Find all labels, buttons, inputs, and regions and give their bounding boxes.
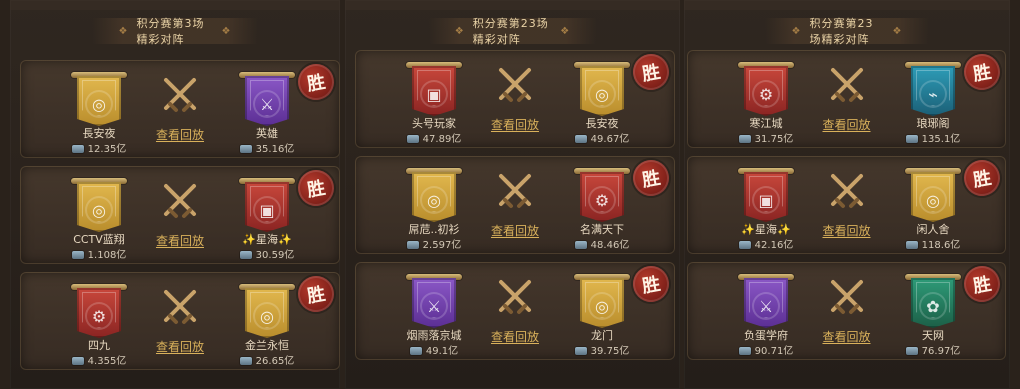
gear-icon: ⚙: [588, 186, 616, 214]
currency-icon: [574, 135, 587, 143]
score-value: 35.16亿: [255, 144, 295, 155]
match-card[interactable]: ◎ 屌苊..初衫 2.597亿 查看回放 ⚙ 名满天下 48.46亿 胜: [355, 156, 675, 254]
currency-icon: [239, 251, 252, 259]
match-card[interactable]: ▣ 头号玩家 47.89亿 查看回放 ◎ 長安夜 49.67亿 胜: [355, 50, 675, 148]
team-banner: ⚙: [570, 164, 634, 224]
currency-icon: [71, 251, 84, 259]
panel-3: 积分赛第23场精彩对阵 ⚙ 寒江城 31.75亿 查看回放: [684, 0, 1010, 389]
team-score: 26.65亿: [212, 356, 322, 368]
flower-icon: ✿: [919, 292, 947, 320]
panel-title: 积分赛第3场精彩对阵: [92, 17, 258, 46]
team-name: 龙门: [591, 329, 613, 342]
match-card[interactable]: ◎ 長安夜 12.35亿 查看回放 ⚔ 英雄 35.16亿 胜: [20, 60, 340, 158]
crossed-swords-icon: [830, 280, 863, 314]
team-banner: ✿: [901, 270, 965, 330]
score-value: 135.1亿: [921, 134, 961, 145]
team-score: 35.16亿: [212, 144, 322, 156]
currency-icon: [738, 135, 751, 143]
crossed-swords-icon: [499, 280, 531, 314]
gear-icon: ⚙: [752, 80, 780, 108]
team-score: 49.67亿: [547, 134, 657, 146]
coin-icon: ◎: [588, 292, 616, 320]
team-score: 76.97亿: [878, 346, 988, 358]
currency-icon: [71, 357, 84, 365]
crossed-swords-icon: [164, 184, 196, 218]
panel-title: 积分赛第23场精彩对阵: [765, 17, 929, 46]
screenshot-scene: 积分赛第3场精彩对阵 ◎ 長安夜 12.35亿 查看回放: [0, 0, 1020, 389]
team-score: 48.46亿: [547, 240, 657, 252]
coin-icon: ◎: [85, 90, 113, 118]
currency-icon: [738, 241, 751, 249]
team-name: 長安夜: [585, 117, 619, 130]
score-value: 49.1亿: [425, 346, 459, 357]
team-score: 39.75亿: [547, 346, 657, 358]
panel-title: 积分赛第23场精彩对阵: [428, 17, 597, 46]
coin-icon: ◎: [588, 80, 616, 108]
match-card[interactable]: ⚙ 寒江城 31.75亿 查看回放 ⌁ 琅琊阁 135.1亿 胜: [687, 50, 1006, 148]
crossed-swords-icon: [164, 290, 196, 324]
sword-icon: ⚔: [253, 90, 281, 118]
coin-icon: ◎: [85, 196, 113, 224]
fan-icon: ⌁: [919, 80, 947, 108]
team-name: 天网: [922, 329, 944, 342]
team-banner: ◎: [235, 280, 299, 340]
currency-icon: [409, 347, 422, 355]
coin-icon: ◎: [253, 302, 281, 330]
crossed-swords-icon: [499, 174, 531, 208]
team-banner: ◎: [570, 270, 634, 330]
score-value: 39.75亿: [590, 346, 630, 357]
team-name: 琅琊阁: [916, 117, 950, 130]
team-score: 135.1亿: [878, 134, 988, 146]
crossed-swords-icon: [164, 78, 196, 112]
team-banner: ◎: [570, 58, 634, 118]
panel-1: 积分赛第3场精彩对阵 ◎ 長安夜 12.35亿 查看回放: [10, 0, 340, 389]
team-banner: ◎: [901, 164, 965, 224]
currency-icon: [905, 135, 918, 143]
currency-icon: [574, 241, 587, 249]
currency-icon: [71, 145, 84, 153]
score-value: 30.59亿: [255, 250, 295, 261]
currency-icon: [406, 241, 419, 249]
gear-icon: ⚙: [85, 302, 113, 330]
coin-icon: ◎: [420, 186, 448, 214]
sword-icon: ⚔: [752, 292, 780, 320]
currency-icon: [905, 347, 918, 355]
currency-icon: [239, 357, 252, 365]
crossed-swords-icon: [830, 174, 863, 208]
score-value: 49.67亿: [590, 134, 630, 145]
currency-icon: [406, 135, 419, 143]
team-banner: ⚔: [235, 68, 299, 128]
crossed-swords-icon: [830, 68, 863, 102]
currency-icon: [905, 241, 918, 249]
shield-icon: ▣: [752, 186, 780, 214]
score-value: 118.6亿: [921, 240, 961, 251]
team-name: 金兰永恒: [245, 339, 289, 352]
team-name: ✨星海✨: [242, 233, 292, 246]
team-name: 闲人舍: [916, 223, 950, 236]
match-card[interactable]: ⚙ 四九 4.355亿 查看回放 ◎ 金兰永恒 26.65亿 胜: [20, 272, 340, 370]
team-banner: ⌁: [901, 58, 965, 118]
currency-icon: [574, 347, 587, 355]
team-name: 名满天下: [580, 223, 624, 236]
sword-icon: ⚔: [420, 292, 448, 320]
currency-icon: [239, 145, 252, 153]
crossed-swords-icon: [499, 68, 531, 102]
team-banner: ▣: [235, 174, 299, 234]
match-card[interactable]: ◎ CCTV蓝翔 1.108亿 查看回放 ▣ ✨星海✨ 30.59亿 胜: [20, 166, 340, 264]
coin-icon: ◎: [919, 186, 947, 214]
score-value: 76.97亿: [921, 346, 961, 357]
team-name: 英雄: [256, 127, 278, 140]
panel-2: 积分赛第23场精彩对阵 ▣ 头号玩家 47.89亿 查看回放: [345, 0, 680, 389]
score-value: 48.46亿: [590, 240, 630, 251]
team-score: 118.6亿: [878, 240, 988, 252]
match-card[interactable]: ⚔ 负蛋学府 90.71亿 查看回放 ✿ 天网 76.97亿 胜: [687, 262, 1006, 360]
shield-icon: ▣: [253, 196, 281, 224]
shield-icon: ▣: [420, 80, 448, 108]
currency-icon: [738, 347, 751, 355]
match-card[interactable]: ▣ ✨星海✨ 42.16亿 查看回放 ◎ 闲人舍 118.6亿 胜: [687, 156, 1006, 254]
score-value: 26.65亿: [255, 356, 295, 367]
team-score: 30.59亿: [212, 250, 322, 262]
match-card[interactable]: ⚔ 烟雨落京城 49.1亿 查看回放 ◎ 龙门 39.75亿 胜: [355, 262, 675, 360]
